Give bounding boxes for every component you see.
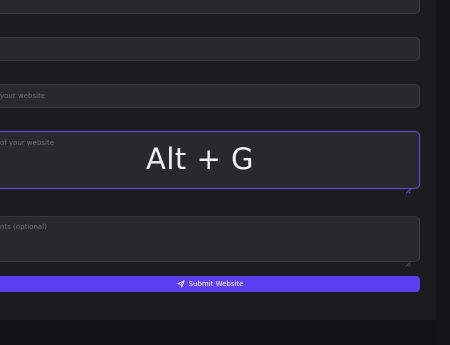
submit-website-button[interactable]: Submit Website	[0, 276, 420, 292]
send-icon	[176, 280, 185, 288]
category-field[interactable]: your website	[0, 84, 420, 108]
keyboard-shortcut-overlay: Alt + G	[146, 142, 254, 176]
resize-handle-icon[interactable]	[405, 252, 411, 267]
page-scrollbar[interactable]	[436, 0, 450, 345]
website-url-field[interactable]	[0, 0, 420, 14]
comments-textarea[interactable]: nts (optional)	[0, 216, 420, 267]
description-placeholder: of your website	[0, 139, 55, 147]
submit-button-label: Submit Website	[188, 280, 244, 288]
category-placeholder: your website	[0, 92, 46, 100]
website-name-field[interactable]	[0, 37, 420, 61]
comments-placeholder: nts (optional)	[0, 223, 47, 231]
resize-handle-icon[interactable]	[405, 179, 411, 194]
